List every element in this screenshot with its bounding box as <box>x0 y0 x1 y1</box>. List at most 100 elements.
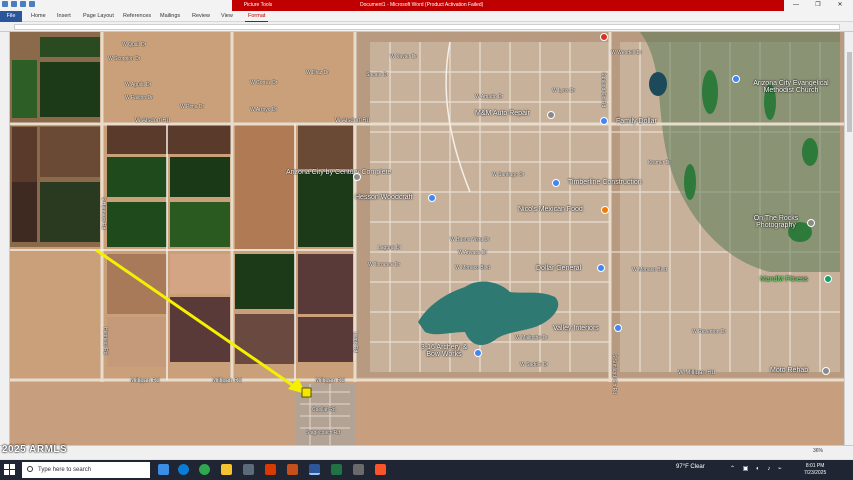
street-label: Stagecoach Rd <box>306 430 341 436</box>
map-pin-icon[interactable] <box>428 194 436 202</box>
ribbon-tabs: File Home Insert Page Layout References … <box>0 11 853 22</box>
street-label: W Diaz Dr <box>306 70 329 76</box>
customize-icon[interactable] <box>29 1 35 7</box>
copilot-icon[interactable] <box>158 464 169 475</box>
street-label: Cuellar Rd <box>312 407 336 413</box>
vertical-scrollbar[interactable] <box>844 32 853 445</box>
street-label: Milligan Rd <box>130 378 160 384</box>
place-label-mm-auto[interactable]: M&M Auto Repair <box>475 110 530 117</box>
windows-start-icon[interactable] <box>4 464 16 476</box>
tab-review[interactable]: Review <box>189 11 213 22</box>
street-label: W Reventon Dr <box>692 329 727 335</box>
scroll-thumb[interactable] <box>847 52 852 132</box>
street-label: Milligan Rd <box>315 378 345 384</box>
title-highlight <box>284 0 784 11</box>
street-label: S Henness Rd <box>100 197 106 230</box>
street-label: W Monaco Blvd <box>455 265 491 271</box>
undo-icon[interactable] <box>11 1 17 7</box>
map-pin-icon[interactable] <box>600 33 608 41</box>
place-label-valley-interiors[interactable]: Valley Interiors <box>553 325 599 332</box>
tab-page-layout[interactable]: Page Layout <box>80 11 117 22</box>
street-label: W Quail Dr <box>122 42 147 48</box>
map-pin-icon[interactable] <box>600 117 608 125</box>
street-label: W Xavier Dr <box>390 54 417 60</box>
street-label: W Amado Dr <box>475 94 504 100</box>
place-label-on-the-rocks[interactable]: On The Rocks Photography <box>745 215 807 229</box>
place-label-mandm-fitness[interactable]: MandM Fitness <box>760 276 808 283</box>
place-label-arizona-city[interactable]: Arizona City by Century Complete <box>286 169 391 176</box>
street-label: W Milligan Rd <box>678 370 716 376</box>
place-label-dollar-general[interactable]: Dollar General <box>536 265 581 272</box>
map-pin-icon[interactable] <box>353 173 361 181</box>
system-tray-icons[interactable]: ⌃ ▣ ◐ ♪ ⌁ <box>730 465 785 472</box>
street-label: W Scorpion Dr <box>108 56 141 62</box>
map-pin-icon[interactable] <box>807 219 815 227</box>
chrome-icon[interactable] <box>199 464 210 475</box>
place-label-moto-rehab[interactable]: Moto Rehab <box>770 367 808 374</box>
taskbar-search-box[interactable]: Type here to search <box>22 462 150 478</box>
redo-icon[interactable] <box>20 1 26 7</box>
street-label: W Malinche Dr <box>515 335 548 341</box>
street-label: Henness Rd <box>102 327 108 355</box>
tab-view[interactable]: View <box>218 11 236 22</box>
map-pin-icon[interactable] <box>732 75 740 83</box>
tab-format[interactable]: Format <box>245 11 269 22</box>
weather-widget[interactable]: 97°F Clear <box>676 464 705 470</box>
map-pin-icon[interactable] <box>614 324 622 332</box>
acrobat-icon[interactable] <box>265 464 276 475</box>
map-image[interactable]: W Quail Dr W Scorpion Dr W Aguila Dr W F… <box>10 32 844 445</box>
tab-mailings[interactable]: Mailings <box>157 11 183 22</box>
horizontal-ruler[interactable] <box>0 22 853 32</box>
file-explorer-icon[interactable] <box>221 464 232 475</box>
minimize-button[interactable]: — <box>785 0 807 11</box>
map-pin-icon[interactable] <box>824 275 832 283</box>
search-placeholder: Type here to search <box>38 467 92 473</box>
street-label: W Wendell Dr <box>611 50 642 56</box>
save-icon[interactable] <box>2 1 8 7</box>
tab-references[interactable]: References <box>120 11 154 22</box>
street-label: Sunland Gin Rd <box>600 72 606 108</box>
tab-file[interactable]: File <box>0 11 22 22</box>
street-label: W Aguila Dr <box>125 82 152 88</box>
window-title: Document1 - Microsoft Word (Product Acti… <box>360 2 484 8</box>
place-label-church[interactable]: Arizona City Evangelical Methodist Churc… <box>746 80 836 94</box>
map-pin-icon[interactable] <box>601 206 609 214</box>
maximize-button[interactable]: ❐ <box>807 0 829 11</box>
taskbar-clock[interactable]: 8:01 PM 7/23/2025 <box>804 463 826 477</box>
street-label: W Pima Dr <box>180 104 205 110</box>
street-label: W Arivaca Dr <box>458 250 488 256</box>
map-pin-icon[interactable] <box>822 367 830 375</box>
map-pin-icon[interactable] <box>552 179 560 187</box>
window-controls: — ❐ ✕ <box>785 0 851 11</box>
quick-access-toolbar <box>2 1 35 7</box>
street-label: W Alsdorf Rd <box>135 118 171 124</box>
street-label: W Monaco Blvd <box>632 267 668 273</box>
excel-icon[interactable] <box>331 464 342 475</box>
brave-icon[interactable] <box>375 464 386 475</box>
place-label-nicos[interactable]: Nico's Mexican Food <box>518 206 583 213</box>
street-label: W Buena Vista Dr <box>450 237 490 243</box>
map-pin-icon[interactable] <box>547 111 555 119</box>
place-label-hesson[interactable]: Hesson Woodcraft <box>355 194 412 201</box>
street-label: Kramer Dr <box>648 160 672 166</box>
street-label: W Alsdorf Rd <box>335 118 371 124</box>
snipping-tool-icon[interactable] <box>353 464 364 475</box>
place-label-archery[interactable]: 3-16 Archery & Bow Works <box>414 344 474 358</box>
map-pin-icon[interactable] <box>474 349 482 357</box>
powerpoint-icon[interactable] <box>287 464 298 475</box>
vertical-ruler[interactable] <box>0 32 10 445</box>
search-icon <box>27 466 33 472</box>
tab-insert[interactable]: Insert <box>54 11 74 22</box>
tab-home[interactable]: Home <box>28 11 49 22</box>
place-label-timberline[interactable]: Timberline Construction <box>568 179 642 186</box>
store-icon[interactable] <box>243 464 254 475</box>
map-pin-icon[interactable] <box>597 264 605 272</box>
place-label-family-dollar[interactable]: Family Dollar <box>616 118 657 125</box>
street-label: Lamb Rd <box>352 332 358 353</box>
close-button[interactable]: ✕ <box>829 0 851 11</box>
zoom-level[interactable]: 36% <box>813 448 823 454</box>
word-icon[interactable] <box>309 464 320 475</box>
street-label: W Torrance Dr <box>368 262 401 268</box>
picture-tools-context-tab: Picture Tools <box>232 0 284 11</box>
edge-icon[interactable] <box>178 464 189 475</box>
